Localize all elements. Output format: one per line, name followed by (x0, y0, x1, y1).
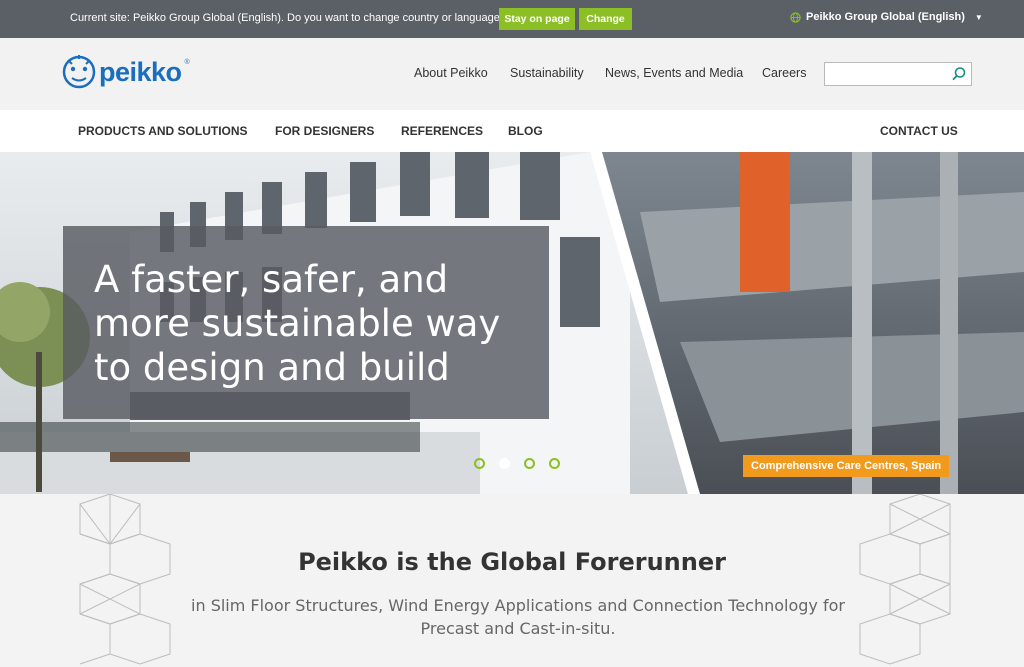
hex-pattern-left (79, 494, 171, 665)
hero-carousel[interactable]: A faster, safer, and more sustainable wa… (0, 152, 1024, 494)
stay-on-page-button[interactable]: Stay on page (499, 8, 575, 30)
logo-registered-mark: ® (184, 58, 190, 66)
nav-news-events-media[interactable]: News, Events and Media (605, 66, 743, 80)
globe-icon (790, 11, 801, 23)
nav-contact-us[interactable]: CONTACT US (880, 124, 958, 138)
nav-references[interactable]: REFERENCES (401, 124, 483, 138)
site-notice: Current site: Peikko Group Global (Engli… (70, 12, 506, 24)
language-label: Peikko Group Global (English) (806, 11, 965, 23)
main-navigation: PRODUCTS AND SOLUTIONS FOR DESIGNERS REF… (0, 110, 1024, 152)
site-selector-bar: Current site: Peikko Group Global (Engli… (0, 0, 1024, 38)
hex-pattern-right (859, 494, 951, 665)
site-header: peikko ® About Peikko Sustainability New… (0, 38, 1024, 110)
nav-products-and-solutions[interactable]: PRODUCTS AND SOLUTIONS (78, 124, 248, 138)
carousel-dot-2[interactable] (499, 458, 510, 469)
change-site-button[interactable]: Change (579, 8, 632, 30)
caret-down-icon: ▼ (974, 12, 983, 22)
language-selector[interactable]: Peikko Group Global (English) ▼ (790, 11, 983, 23)
nav-sustainability[interactable]: Sustainability (510, 66, 584, 80)
intro-section: Peikko is the Global Forerunner in Slim … (0, 494, 1024, 667)
carousel-dots (474, 458, 560, 469)
nav-about-peikko[interactable]: About Peikko (414, 66, 488, 80)
carousel-dot-1[interactable] (474, 458, 485, 469)
hero-title: A faster, safer, and more sustainable wa… (94, 258, 501, 389)
slide-caption[interactable]: Comprehensive Care Centres, Spain (743, 455, 950, 477)
search-icon[interactable] (951, 66, 967, 82)
peikko-mascot-icon (62, 55, 96, 89)
search-box[interactable] (824, 62, 972, 86)
nav-blog[interactable]: BLOG (508, 124, 543, 138)
search-input[interactable] (829, 64, 947, 84)
carousel-dot-3[interactable] (524, 458, 535, 469)
intro-title: Peikko is the Global Forerunner (298, 548, 726, 576)
nav-careers[interactable]: Careers (762, 66, 806, 80)
logo-wordmark: peikko (99, 56, 182, 87)
carousel-dot-4[interactable] (549, 458, 560, 469)
nav-for-designers[interactable]: FOR DESIGNERS (275, 124, 374, 138)
peikko-logo[interactable]: peikko ® (62, 54, 190, 90)
intro-subtitle: in Slim Floor Structures, Wind Energy Ap… (191, 596, 845, 638)
